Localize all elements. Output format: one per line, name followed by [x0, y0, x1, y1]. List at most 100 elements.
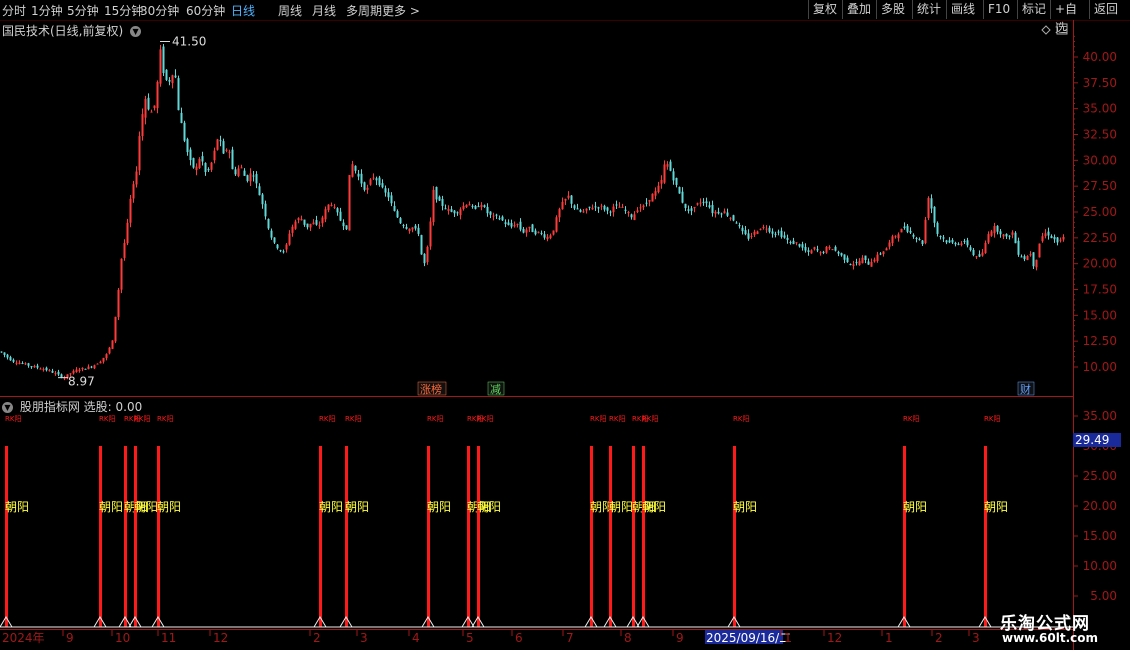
signal-bar	[984, 446, 987, 627]
x-tick-label: 7	[566, 631, 574, 645]
y-tick-label: 22.50	[1083, 231, 1117, 245]
candle-body	[999, 231, 1002, 235]
signal-small-label: RK阳	[733, 414, 749, 423]
candle-body	[768, 227, 771, 232]
candle-body	[501, 216, 504, 221]
candle-body	[471, 205, 474, 207]
candle-body	[417, 227, 420, 234]
candle-body	[996, 225, 999, 232]
signal-small-label: RK阳	[157, 414, 173, 423]
candle-body	[723, 211, 726, 214]
candle-body	[978, 254, 981, 257]
candle-body	[654, 191, 657, 196]
candle-body	[195, 166, 198, 170]
x-tick-label: 3	[972, 631, 980, 645]
candle-body	[99, 361, 102, 364]
candle-body	[534, 230, 537, 235]
candle-body	[393, 205, 396, 211]
signal-small-label: RK阳	[590, 414, 606, 423]
signal-bar	[477, 446, 480, 627]
candle-body	[366, 187, 369, 190]
candle-body	[111, 340, 114, 349]
signal-bar	[632, 446, 635, 627]
candle-body	[324, 209, 327, 220]
candle-body	[1050, 236, 1053, 239]
candle-body	[708, 205, 711, 208]
signal-bar	[427, 446, 430, 627]
candle-body	[777, 231, 780, 233]
candle-body	[1056, 237, 1059, 243]
candle-body	[681, 191, 684, 203]
y-tick-label: 40.00	[1083, 50, 1117, 64]
candle-body	[762, 226, 765, 228]
candle-body	[36, 365, 39, 368]
candle-body	[783, 235, 786, 238]
candle-body	[984, 242, 987, 254]
candle-body	[711, 205, 714, 214]
candle-body	[717, 211, 720, 214]
y-tick-label: 17.50	[1083, 283, 1117, 297]
candle-body	[744, 230, 747, 235]
stock-chart[interactable]: 10.0012.5015.0017.5020.0022.5025.0027.50…	[0, 0, 1130, 650]
candle-body	[1023, 256, 1026, 260]
candle-body	[390, 195, 393, 204]
signal-small-label: RK阳	[99, 414, 115, 423]
candle-body	[165, 69, 168, 80]
candle-body	[168, 79, 171, 82]
candle-body	[81, 367, 84, 370]
candle-body	[672, 171, 675, 181]
candle-body	[354, 165, 357, 171]
candle-body	[378, 177, 381, 186]
candle-body	[387, 192, 390, 198]
candle-body	[885, 248, 888, 251]
candle-body	[825, 246, 828, 253]
candle-body	[834, 246, 837, 251]
candle-body	[342, 222, 345, 227]
candle-body	[300, 219, 303, 221]
signal-small-label: RK阳	[609, 414, 625, 423]
candle-body	[1044, 233, 1047, 237]
candle-body	[657, 185, 660, 193]
candle-body	[624, 209, 627, 211]
x-tick-label: 10	[115, 631, 130, 645]
candle-body	[981, 252, 984, 256]
candle-body	[603, 205, 606, 210]
candle-body	[39, 368, 42, 370]
candle-body	[405, 226, 408, 229]
x-tick-label: 2024年	[2, 631, 45, 645]
candle-body	[663, 164, 666, 183]
candle-body	[687, 209, 690, 211]
event-tag: 财	[1020, 382, 1031, 396]
diamond-icon	[1041, 25, 1051, 35]
candle-body	[129, 198, 132, 223]
candle-body	[126, 222, 129, 244]
candle-body	[792, 240, 795, 245]
candle-body	[570, 195, 573, 204]
candle-body	[525, 229, 528, 233]
candle-body	[693, 206, 696, 209]
candle-body	[465, 204, 468, 208]
candle-body	[117, 289, 120, 318]
candle-body	[639, 207, 642, 209]
candle-body	[900, 229, 903, 233]
x-tick-label: 5	[466, 631, 474, 645]
candle-body	[975, 256, 978, 258]
candle-body	[507, 222, 510, 225]
candle-body	[132, 184, 135, 199]
candle-body	[1041, 236, 1044, 242]
candle-body	[522, 228, 525, 233]
candle-body	[12, 359, 15, 362]
candle-body	[498, 218, 501, 220]
y-tick-label: 35.00	[1083, 102, 1117, 116]
y-tick-label: 25.00	[1083, 205, 1117, 219]
x-tick-label: 1	[885, 631, 893, 645]
candle-body	[948, 240, 951, 243]
y-tick-label: 10.00	[1083, 360, 1117, 374]
signal-small-label: RK阳	[319, 414, 335, 423]
candle-body	[372, 177, 375, 179]
candle-body	[96, 363, 99, 365]
candle-body	[108, 347, 111, 354]
candle-body	[918, 239, 921, 241]
candle-body	[483, 205, 486, 207]
candle-body	[441, 199, 444, 206]
